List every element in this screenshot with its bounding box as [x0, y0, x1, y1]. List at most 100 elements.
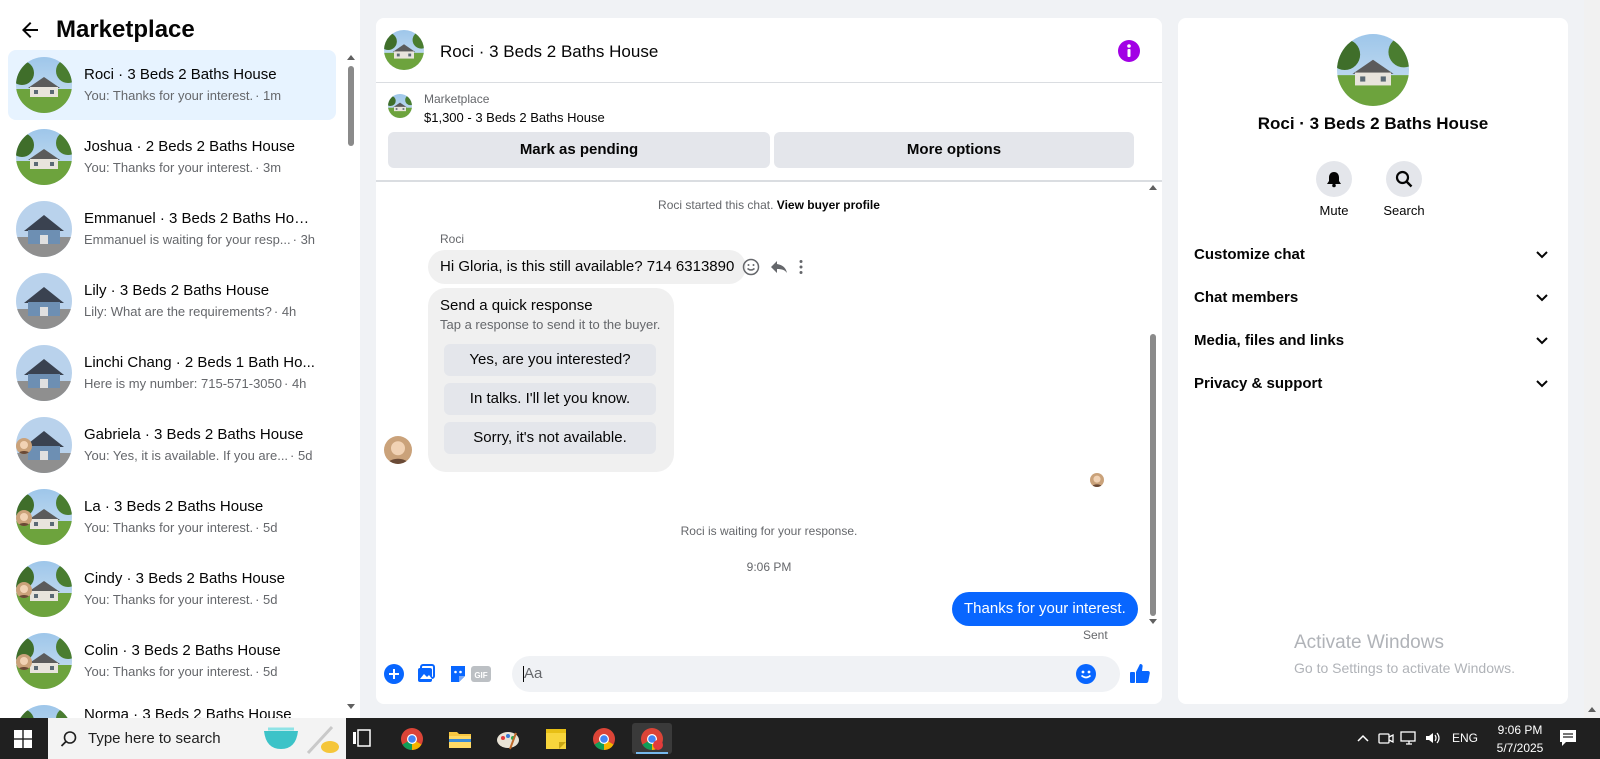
language-indicator[interactable]: ENG: [1452, 731, 1478, 745]
more-options-button[interactable]: More options: [774, 132, 1134, 168]
conversation-title: Lily · 3 Beds 2 Baths House: [84, 282, 270, 299]
mute-button[interactable]: Mute: [1304, 161, 1364, 218]
taskbar-chrome-2[interactable]: [584, 723, 624, 754]
taskbar-search[interactable]: Type here to search: [48, 718, 346, 759]
back-arrow-icon[interactable]: [18, 18, 42, 42]
conversation-item-emmanuel[interactable]: Emmanuel · 3 Beds 2 Baths House Emmanuel…: [8, 194, 336, 264]
taskbar-sticky-notes[interactable]: [536, 723, 576, 754]
conversation-time: · 3m: [255, 160, 282, 175]
meet-now-icon[interactable]: [1378, 730, 1394, 746]
clock-time[interactable]: 9:06 PM: [1494, 723, 1546, 737]
clock-date[interactable]: 5/7/2025: [1494, 741, 1546, 755]
listing-thumbnail: [16, 201, 72, 257]
privacy-support-section[interactable]: Privacy & support: [1194, 362, 1550, 406]
quick-reply-interested[interactable]: Yes, are you interested?: [444, 344, 656, 376]
conversation-item-roci[interactable]: Roci · 3 Beds 2 Baths House You: Thanks …: [8, 50, 336, 120]
sticky-notes-icon: [546, 729, 566, 749]
section-label: Chat members: [1194, 289, 1299, 306]
read-receipt-avatar: [16, 654, 32, 670]
conversation-preview: Lily: What are the requirements?: [84, 304, 272, 319]
conversation-time: · 3h: [292, 232, 316, 247]
chat-members-section[interactable]: Chat members: [1194, 276, 1550, 320]
conversation-preview: You: Thanks for your interest.: [84, 520, 254, 535]
message-timestamp: 9:06 PM: [746, 560, 792, 574]
gif-icon[interactable]: GIF: [470, 664, 492, 684]
conversation-preview: You: Thanks for your interest.: [84, 88, 254, 103]
listing-thumbnail: [16, 345, 72, 401]
mark-as-pending-button[interactable]: Mark as pending: [388, 132, 770, 168]
conversation-item-gabriela[interactable]: Gabriela · 3 Beds 2 Baths House You: Yes…: [8, 410, 336, 480]
search-highlight-illustration: [264, 725, 339, 755]
read-receipt-avatar: [16, 582, 32, 598]
conversation-item-norma[interactable]: Norma · 3 Beds 2 Baths House: [8, 698, 336, 718]
listing-thumbnail: [388, 94, 412, 118]
conversation-item-linchi[interactable]: Linchi Chang · 2 Beds 1 Bath Ho... Here …: [8, 338, 336, 408]
paint-icon: [497, 732, 519, 750]
taskbar-file-explorer[interactable]: [440, 723, 480, 754]
conversation-item-cindy[interactable]: Cindy · 3 Beds 2 Baths House You: Thanks…: [8, 554, 336, 624]
chat-title[interactable]: Roci · 3 Beds 2 Baths House: [440, 42, 658, 62]
folder-icon: [449, 732, 471, 748]
conversation-title: Cindy · 3 Beds 2 Baths House: [84, 570, 285, 587]
quick-response-subtitle: Tap a response to send it to the buyer.: [440, 317, 661, 332]
reply-icon[interactable]: [770, 258, 788, 276]
quick-reply-in-talks[interactable]: In talks. I'll let you know.: [444, 383, 656, 415]
react-emoji-icon[interactable]: [742, 258, 760, 276]
conversation-item-la[interactable]: La · 3 Beds 2 Baths House You: Thanks fo…: [8, 482, 336, 552]
chat-scrollbar[interactable]: [1148, 182, 1158, 652]
message-input[interactable]: Aa: [512, 656, 1120, 692]
notifications-icon[interactable]: [1558, 729, 1578, 747]
conversation-preview: Emmanuel is waiting for your resp...: [84, 232, 291, 247]
emoji-icon[interactable]: [1076, 664, 1096, 684]
photo-icon[interactable]: [416, 664, 436, 684]
chat-header-avatar[interactable]: [384, 30, 424, 70]
volume-icon[interactable]: [1424, 730, 1442, 746]
conversation-time: · 4h: [284, 376, 307, 391]
chevron-up-icon[interactable]: [1356, 732, 1370, 744]
conversation-item-joshua[interactable]: Joshua · 2 Beds 2 Baths House You: Thank…: [8, 122, 336, 192]
conversation-title: Emmanuel · 3 Beds 2 Baths House: [84, 210, 316, 227]
quick-reply-not-available[interactable]: Sorry, it's not available.: [444, 422, 656, 454]
page-scrollbar[interactable]: [1584, 0, 1600, 718]
network-icon[interactable]: [1400, 730, 1418, 746]
taskbar-chrome-1[interactable]: [392, 723, 432, 754]
taskbar-paint[interactable]: [488, 723, 528, 754]
search-icon: [60, 731, 77, 747]
seen-avatar: [1090, 473, 1104, 487]
conversation-item-colin[interactable]: Colin · 3 Beds 2 Baths House You: Thanks…: [8, 626, 336, 696]
chat-started-text: Roci started this chat.: [658, 198, 774, 212]
conversation-title: La · 3 Beds 2 Baths House: [84, 498, 264, 515]
windows-start-icon[interactable]: [14, 730, 32, 748]
taskbar-chrome-active[interactable]: [632, 723, 672, 754]
taskbar-search-placeholder: Type here to search: [88, 730, 221, 747]
conversation-item-lily[interactable]: Lily · 3 Beds 2 Baths House Lily: What a…: [8, 266, 336, 336]
listing-price[interactable]: $1,300 - 3 Beds 2 Baths House: [424, 110, 605, 125]
active-indicator: [636, 752, 668, 754]
activation-watermark-subtitle: Go to Settings to activate Windows.: [1294, 660, 1515, 676]
conversation-list-scrollbar[interactable]: [346, 52, 356, 712]
conversation-list-panel: Marketplace Roci · 3 Beds 2 Baths House …: [0, 0, 360, 718]
search-icon: [1395, 170, 1413, 188]
view-buyer-profile-link[interactable]: View buyer profile: [777, 198, 880, 212]
listing-source: Marketplace: [424, 92, 490, 106]
section-label: Customize chat: [1194, 246, 1305, 263]
sticker-icon[interactable]: [448, 664, 468, 684]
outgoing-message[interactable]: Thanks for your interest.: [952, 592, 1138, 626]
conversation-preview: You: Thanks for your interest.: [84, 664, 254, 679]
media-files-links-section[interactable]: Media, files and links: [1194, 319, 1550, 363]
info-icon[interactable]: [1118, 40, 1140, 62]
search-conversation-button[interactable]: Search: [1374, 161, 1434, 218]
customize-chat-section[interactable]: Customize chat: [1194, 233, 1550, 277]
message-status: Sent: [1083, 628, 1108, 642]
conversation-title: Roci · 3 Beds 2 Baths House: [84, 66, 277, 83]
listing-thumbnail: [16, 273, 72, 329]
more-vertical-icon[interactable]: [792, 258, 810, 276]
like-icon[interactable]: [1128, 662, 1152, 686]
bell-icon: [1327, 172, 1341, 188]
task-view-icon[interactable]: [352, 728, 372, 748]
conversation-preview: You: Thanks for your interest.: [84, 592, 254, 607]
sender-avatar[interactable]: [384, 436, 412, 464]
add-icon[interactable]: [384, 664, 404, 684]
incoming-message[interactable]: Hi Gloria, is this still available? 714 …: [428, 250, 747, 284]
waiting-notice: Roci is waiting for your response.: [680, 524, 858, 538]
